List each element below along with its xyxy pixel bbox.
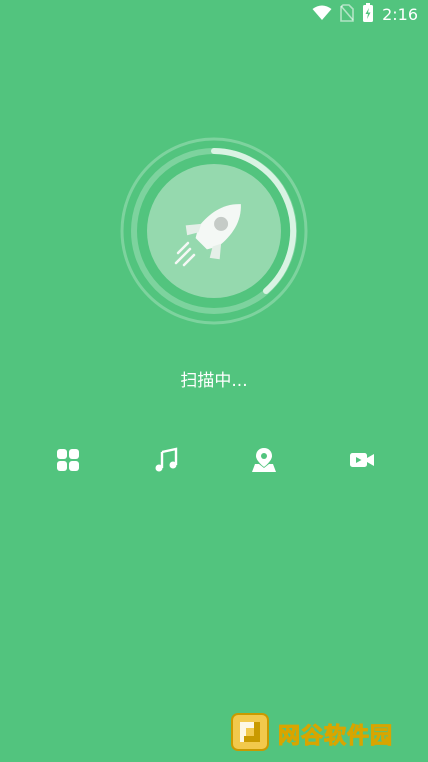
watermark: 网谷软件园 [230,712,393,756]
wifi-icon [312,5,332,25]
scan-progress-ring [116,133,312,329]
scanning-status-text: 扫描中... [180,371,248,391]
apps-grid-icon[interactable] [54,446,82,474]
watermark-text: 网谷软件园 [277,724,394,750]
status-bar: 2:16 [0,0,428,30]
location-pin-icon[interactable] [250,446,278,474]
status-icons: 2:16 [312,3,418,27]
video-camera-icon[interactable] [348,446,376,474]
music-note-icon[interactable] [152,446,180,474]
gold-square-logo [230,712,270,756]
status-time: 2:16 [382,5,418,24]
battery-charging-icon [362,3,374,27]
no-sim-icon [340,4,354,26]
category-icons-row [0,446,428,476]
